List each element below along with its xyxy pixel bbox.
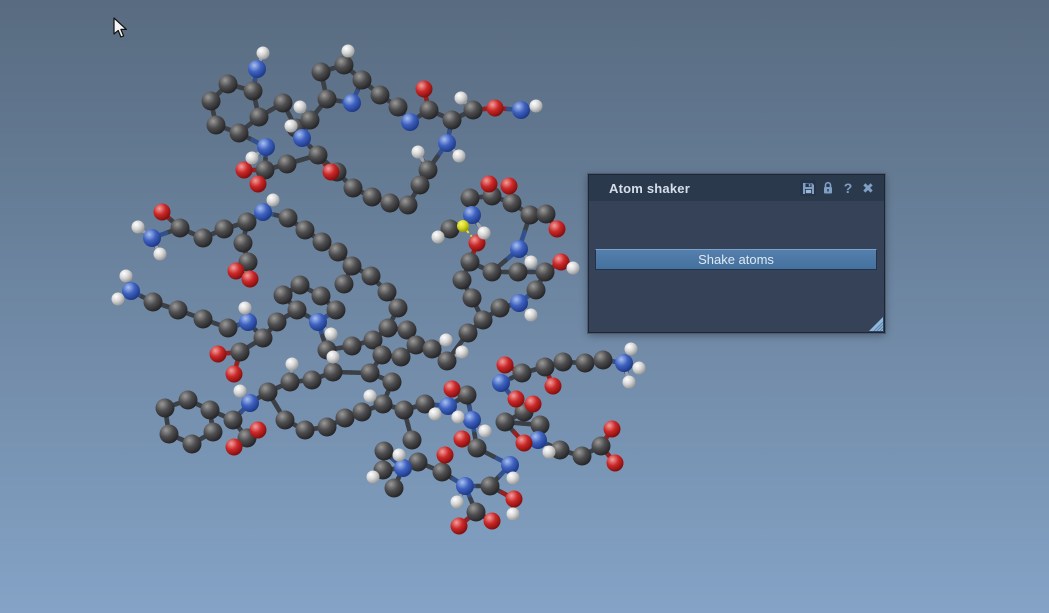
close-icon[interactable]: ✖ [860, 180, 876, 196]
atom-shaker-dialog: Atom shaker [588, 174, 885, 333]
molecule-workspace: Atom shaker [0, 0, 1049, 613]
save-icon[interactable] [800, 180, 816, 196]
molecule-viewport[interactable] [0, 0, 1049, 613]
shake-atoms-button[interactable]: Shake atoms [595, 249, 877, 270]
dialog-title: Atom shaker [609, 181, 800, 196]
lock-icon[interactable] [820, 180, 836, 196]
dialog-titlebar[interactable]: Atom shaker [589, 175, 884, 201]
help-icon[interactable]: ? [840, 180, 856, 196]
titlebar-icons: ? ✖ [800, 180, 876, 196]
resize-handle[interactable] [869, 317, 883, 331]
